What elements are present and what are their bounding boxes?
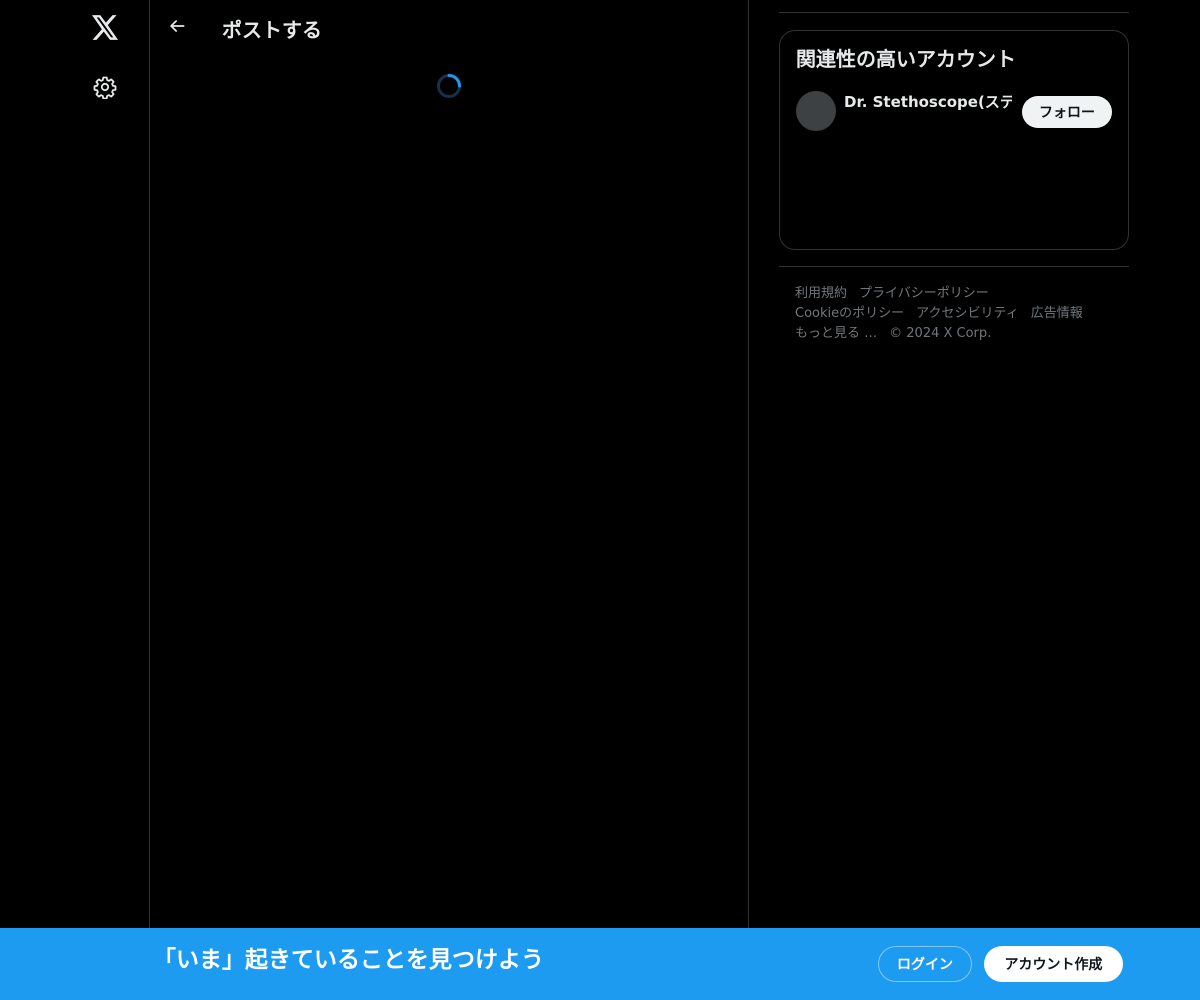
related-accounts-title: 関連性の高いアカウント [796, 47, 1016, 71]
footer-link-more[interactable]: もっと見る … [795, 326, 877, 341]
avatar[interactable] [796, 91, 836, 131]
banner-text: 「いま」起きていることを見つけよう [153, 947, 544, 973]
footer-links: 利用規約 プライバシーポリシー Cookieのポリシー アクセシビリティ 広告情報 も… [795, 284, 1115, 344]
follow-button[interactable]: フォロー [1022, 96, 1112, 128]
column-divider [748, 0, 749, 928]
main-column: ポストする [150, 0, 748, 928]
footer-line: 利用規約 プライバシーポリシー [795, 284, 1115, 304]
signup-banner: 「いま」起きていることを見つけよう ログイン アカウント作成 [0, 928, 1200, 1000]
spinner-icon [436, 73, 462, 99]
related-accounts-panel: 関連性の高いアカウント Dr. Stethoscope(ステー フォロー [779, 30, 1129, 250]
footer-link-cookie[interactable]: Cookieのポリシー [795, 306, 904, 321]
footer-line: Cookieのポリシー アクセシビリティ 広告情報 [795, 304, 1115, 324]
x-logo-icon[interactable] [80, 2, 130, 52]
account-row[interactable]: Dr. Stethoscope(ステー フォロー [780, 91, 1128, 133]
divider [779, 266, 1129, 267]
footer-link-ads[interactable]: 広告情報 [1031, 306, 1083, 321]
page-title: ポストする [222, 18, 322, 42]
footer-line: もっと見る … © 2024 X Corp. [795, 324, 1115, 344]
arrow-left-icon[interactable] [160, 9, 194, 43]
right-sidebar: 関連性の高いアカウント Dr. Stethoscope(ステー フォロー 利用規… [779, 0, 1129, 928]
footer-link-accessibility[interactable]: アクセシビリティ [916, 306, 1019, 321]
left-nav [0, 0, 149, 928]
gear-icon[interactable] [80, 62, 130, 112]
main-header: ポストする [150, 0, 748, 53]
create-account-button[interactable]: アカウント作成 [984, 946, 1123, 982]
divider [779, 12, 1129, 13]
footer-link-terms[interactable]: 利用規約 [795, 286, 847, 301]
footer-link-privacy[interactable]: プライバシーポリシー [859, 286, 989, 301]
login-button[interactable]: ログイン [878, 946, 972, 982]
copyright-text: © 2024 X Corp. [889, 326, 992, 341]
account-name[interactable]: Dr. Stethoscope(ステー [844, 91, 1012, 112]
